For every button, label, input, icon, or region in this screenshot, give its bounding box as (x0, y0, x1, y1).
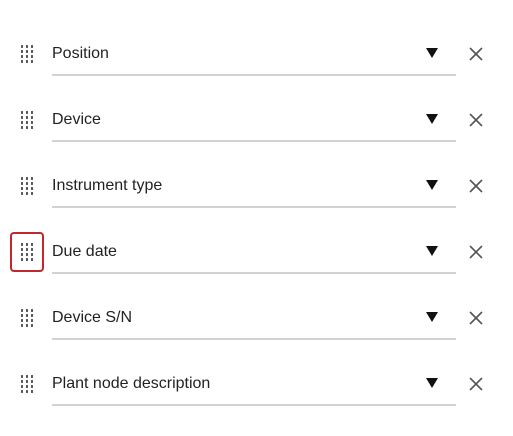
column-row: Device S/N (0, 296, 513, 340)
column-row: Instrument type (0, 164, 513, 208)
drag-handle-icon (20, 243, 34, 261)
drag-handle-icon (20, 45, 34, 63)
close-icon (469, 245, 483, 259)
dropdown-caret-icon (426, 180, 438, 190)
dropdown-caret-icon (426, 246, 438, 256)
column-select-value: Device (52, 111, 101, 128)
column-row: Due date (0, 230, 513, 274)
remove-column-button[interactable] (466, 242, 486, 262)
drag-handle-icon (20, 309, 34, 327)
remove-column-button[interactable] (466, 44, 486, 64)
drag-handle[interactable] (10, 232, 44, 272)
column-row: Plant node description (0, 362, 513, 406)
remove-column-button[interactable] (466, 110, 486, 130)
column-select-value: Instrument type (52, 177, 163, 194)
drag-handle[interactable] (10, 166, 44, 206)
column-selector-list: Position Device Instrument type Due date… (0, 0, 513, 436)
close-icon (469, 311, 483, 325)
column-row: Device (0, 98, 513, 142)
column-select[interactable]: Instrument type (52, 164, 456, 208)
column-select-value: Due date (52, 243, 117, 260)
close-icon (469, 113, 483, 127)
drag-handle[interactable] (10, 364, 44, 404)
drag-handle-icon (20, 177, 34, 195)
close-icon (469, 47, 483, 61)
dropdown-caret-icon (426, 114, 438, 124)
remove-column-button[interactable] (466, 308, 486, 328)
column-select-value: Device S/N (52, 309, 133, 326)
drag-handle-icon (20, 375, 34, 393)
drag-handle[interactable] (10, 100, 44, 140)
column-select[interactable]: Device (52, 98, 456, 142)
column-select[interactable]: Device S/N (52, 296, 456, 340)
drag-handle-icon (20, 111, 34, 129)
remove-column-button[interactable] (466, 176, 486, 196)
column-select[interactable]: Position (52, 32, 456, 76)
drag-handle[interactable] (10, 34, 44, 74)
close-icon (469, 179, 483, 193)
column-row: Position (0, 32, 513, 76)
column-select-value: Position (52, 45, 109, 62)
column-select[interactable]: Due date (52, 230, 456, 274)
dropdown-caret-icon (426, 48, 438, 58)
close-icon (469, 377, 483, 391)
drag-handle[interactable] (10, 298, 44, 338)
column-select-value: Plant node description (52, 375, 211, 392)
remove-column-button[interactable] (466, 374, 486, 394)
column-select[interactable]: Plant node description (52, 362, 456, 406)
dropdown-caret-icon (426, 378, 438, 388)
dropdown-caret-icon (426, 312, 438, 322)
